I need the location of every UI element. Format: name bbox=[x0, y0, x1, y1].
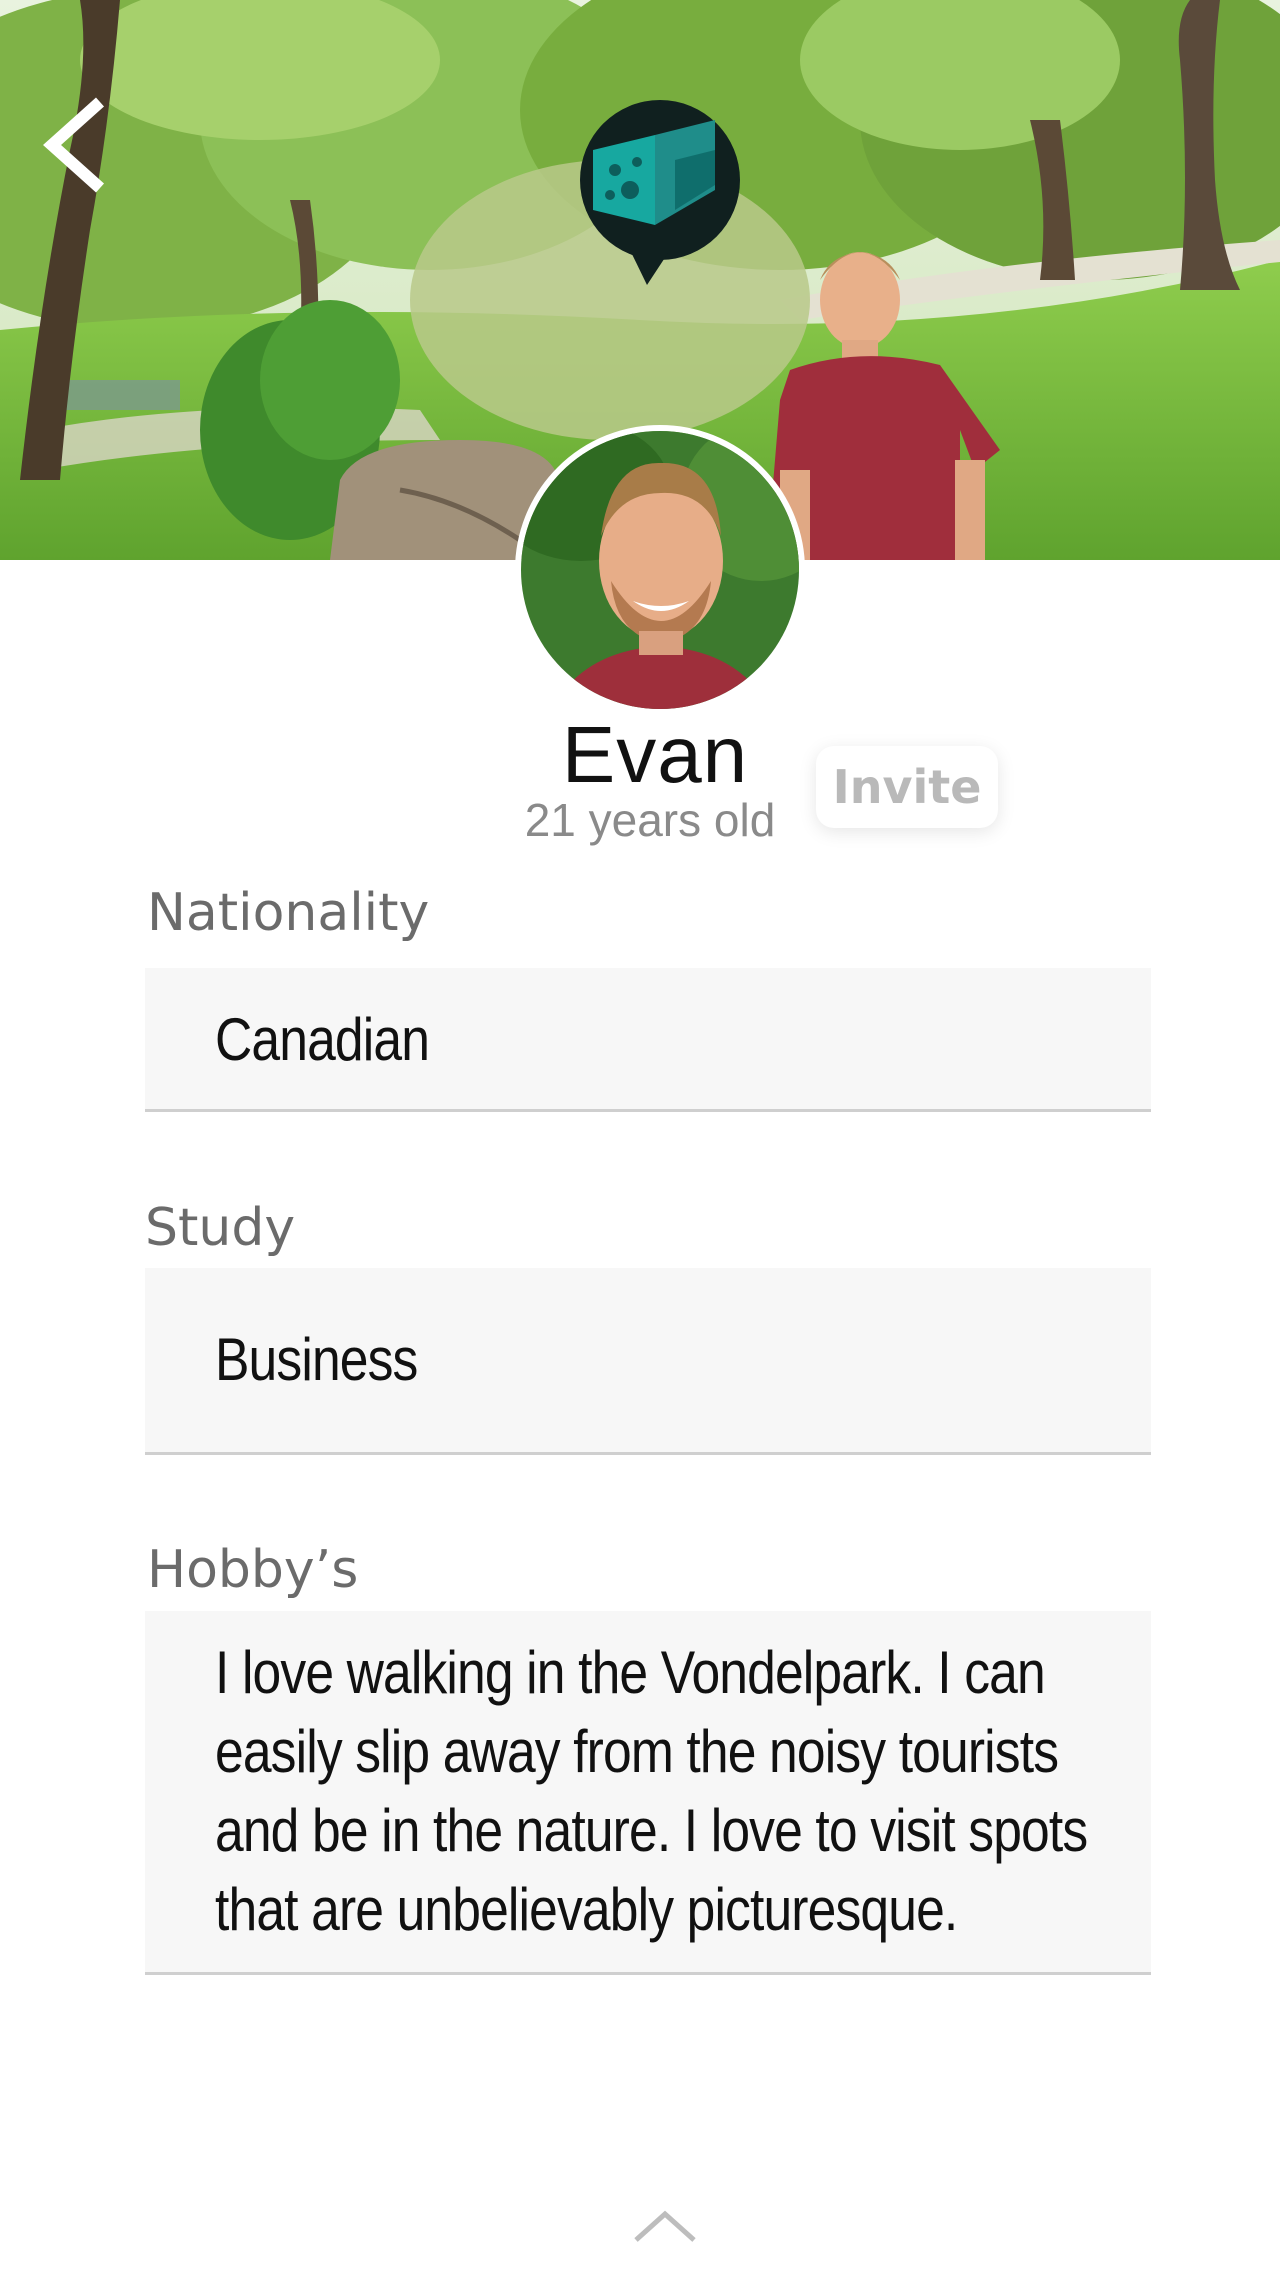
nationality-field: Canadian bbox=[145, 968, 1151, 1112]
study-field: Business bbox=[145, 1268, 1151, 1455]
hobbies-value: I love walking in the Vondelpark. I can … bbox=[215, 1639, 1088, 1943]
avatar bbox=[515, 425, 805, 715]
chevron-left-icon bbox=[43, 97, 105, 193]
chevron-up-icon bbox=[634, 2210, 696, 2242]
scroll-up-button[interactable] bbox=[632, 2208, 698, 2244]
hobbies-label: Hobby’s bbox=[147, 1540, 359, 1600]
app-logo-icon bbox=[580, 100, 740, 285]
avatar-photo bbox=[521, 431, 799, 709]
study-label: Study bbox=[145, 1198, 296, 1258]
nationality-label: Nationality bbox=[147, 883, 430, 943]
study-value: Business bbox=[215, 1326, 418, 1393]
nationality-value: Canadian bbox=[215, 1006, 430, 1073]
back-button[interactable] bbox=[30, 90, 120, 200]
hobbies-field: I love walking in the Vondelpark. I can … bbox=[145, 1611, 1151, 1975]
invite-button[interactable]: Invite bbox=[816, 746, 998, 828]
